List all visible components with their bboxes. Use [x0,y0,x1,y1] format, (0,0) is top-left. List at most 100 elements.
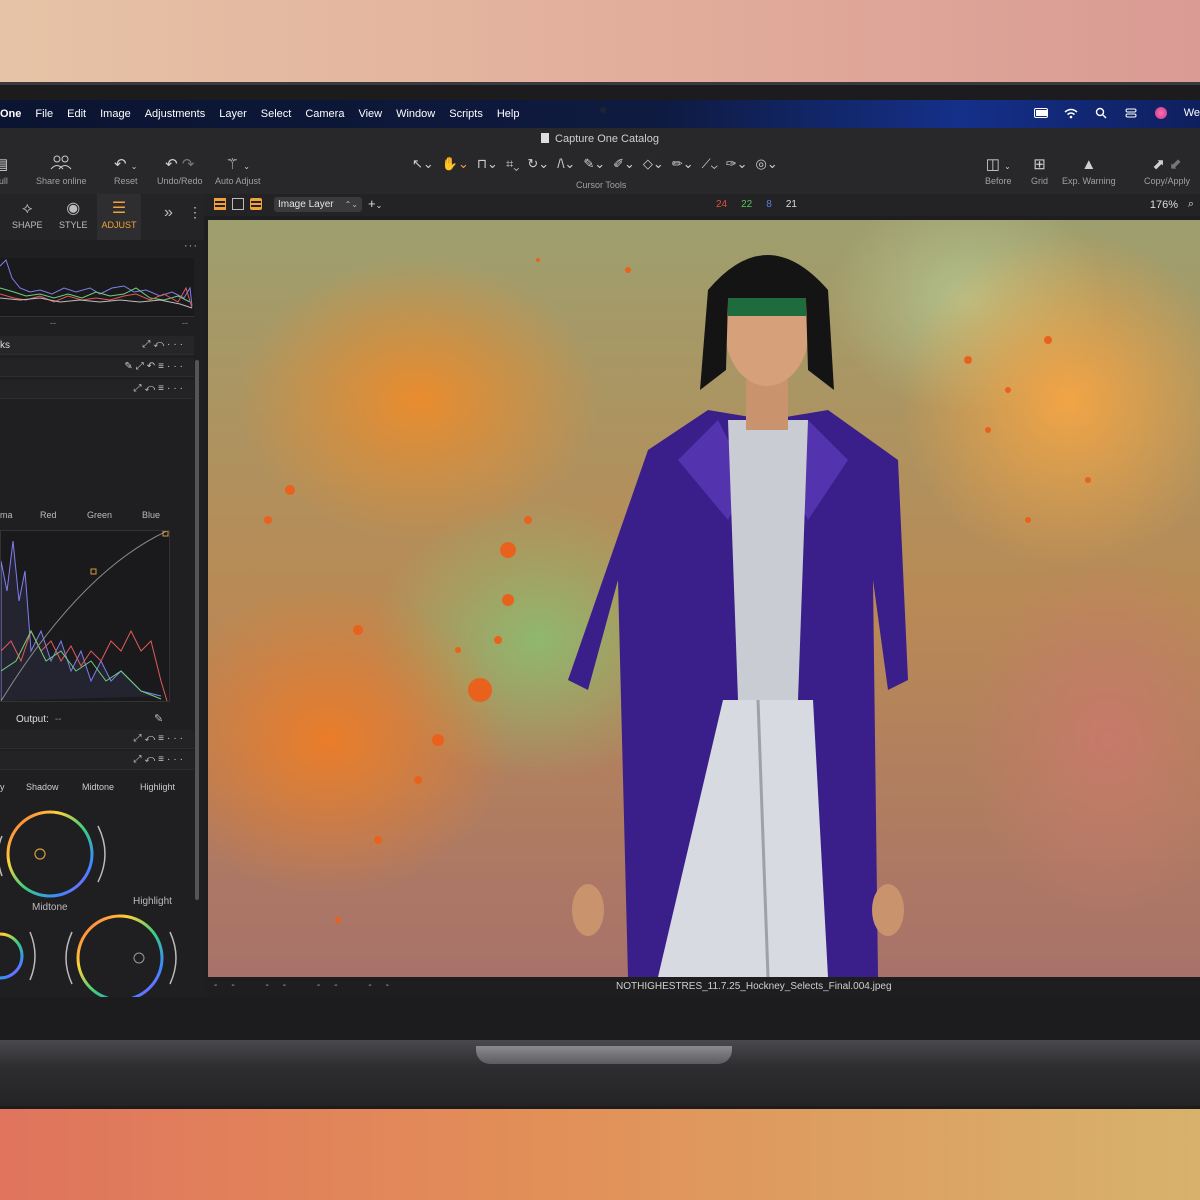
viewer-mode-icons [214,198,262,210]
heal-icon[interactable]: ✏⌄ [672,156,694,172]
tool-row-3-controls[interactable]: ⤢↶≡··· [133,733,186,744]
menu-help[interactable]: Help [497,108,520,120]
brush-icon[interactable]: ✎⌄ [583,156,605,172]
grid-icon: ⊞ [1033,156,1046,173]
eraser-icon[interactable]: ✐⌄ [613,156,635,172]
grid-button[interactable]: ⊞ Grid [1031,154,1048,186]
menu-image[interactable]: Image [100,108,131,120]
menu-items: One File Edit Image Adjustments Layer Se… [0,108,519,120]
wheel-tab-highlight[interactable]: Highlight [140,782,175,792]
before-button[interactable]: ◫ ⌄ Before [985,154,1012,186]
reset-button[interactable]: ↶ ⌄ Reset [114,154,138,186]
wheel-tab-3way[interactable]: y [0,782,5,792]
image-viewer[interactable] [208,220,1200,977]
tab-shape[interactable]: ⟡ SHAPE [12,198,43,230]
auto-adjust-button[interactable]: ⚚ ⌄ Auto Adjust [215,154,261,186]
annotate-icon[interactable]: ✑⌄ [726,156,748,172]
adjust-sliders-icon: ☰ [111,200,127,217]
spotlight-search-icon[interactable] [1094,106,1108,120]
menubar-user-text[interactable]: We [1184,107,1200,119]
zoom-level[interactable]: 176% [1150,199,1178,211]
menu-window[interactable]: Window [396,108,435,120]
menu-file[interactable]: File [35,108,53,120]
color-picker-icon[interactable]: ◎⌄ [756,156,778,172]
eye-view-icon[interactable] [250,198,262,210]
exp-warning-button[interactable]: ▲ Exp. Warning [1062,154,1116,186]
keystone-icon[interactable]: /\⌄ [557,156,575,172]
menu-layer[interactable]: Layer [219,108,247,120]
tab-style[interactable]: ◉ STYLE [59,198,88,230]
menu-edit[interactable]: Edit [67,108,86,120]
menu-view[interactable]: View [358,108,382,120]
loupe-icon[interactable]: ⊓⌄ [477,156,498,172]
grid-label: Grid [1031,176,1049,186]
gradient-icon[interactable]: ◇⌄ [643,156,664,172]
pan-hand-icon[interactable]: ✋⌄ [442,156,469,172]
before-after-icon: ◫ ⌄ [985,156,1011,173]
picker-icon[interactable]: ⟋⌄ [702,156,718,172]
crop-icon[interactable]: ⌗⌄ [506,156,519,172]
window-title-bar: Capture One Catalog [0,128,1200,150]
single-view-icon[interactable] [232,198,244,210]
control-center-icon[interactable] [1124,106,1138,120]
rotate-icon[interactable]: ↻⌄ [527,156,549,172]
reset-label: Reset [114,176,138,186]
tool-row-2[interactable]: ⤢↶≡··· [0,380,194,399]
select-cursor-icon[interactable]: ↖⌄ [412,156,434,172]
battery-icon[interactable] [1033,106,1048,120]
highlight-wheel-label: Highlight [133,896,172,907]
histogram-more-icon[interactable]: ··· [184,240,198,252]
midtone-wheel-label: Midtone [32,902,68,913]
zoom-icon[interactable]: ⌕ [1188,198,1194,211]
cull-button[interactable]: ▤ Cull [0,154,8,186]
count-total: 21 [785,199,797,210]
photo [264,255,1091,977]
curve-picker-icon[interactable]: ✎ [154,712,163,725]
curve-editor[interactable] [0,530,170,702]
multi-view-icon[interactable] [214,198,226,210]
menu-select[interactable]: Select [261,108,292,120]
menu-app[interactable]: One [0,108,21,120]
undo-redo-label: Undo/Redo [157,176,203,186]
tool-row-3[interactable]: ⤢↶≡··· [0,730,194,749]
wifi-icon[interactable] [1064,106,1078,120]
shape-icon: ⟡ [21,200,33,217]
tool-row-1-controls[interactable]: ✎⤢↶≡··· [124,361,186,372]
siri-icon[interactable] [1154,106,1168,120]
count-red: 24 [716,199,728,210]
tool-row-2-controls[interactable]: ⤢↶≡··· [133,383,186,394]
curve-tab-red[interactable]: Red [40,510,57,520]
auto-adjust-label: Auto Adjust [215,176,261,186]
undo-redo-button[interactable]: ↶ ↷ Undo/Redo [157,154,203,186]
add-layer-icon[interactable]: +⌄ [368,196,382,211]
viewer-header: Image Layer +⌄ 24 22 8 21 176% ⌕ [204,194,1200,216]
wheel-tab-midtone[interactable]: Midtone [82,782,114,792]
more-tabs-icon[interactable]: » [164,204,173,222]
copy-apply-button[interactable]: ⬈ ⬋ Copy/Apply [1144,154,1190,186]
tab-adjust[interactable]: ☰ ADJUST [97,194,141,244]
left-panel-scrollbar[interactable] [195,360,199,900]
tool-row-1[interactable]: ✎⤢↶≡··· [0,358,194,377]
menu-adjustments[interactable]: Adjustments [145,108,206,120]
curve-tab-green[interactable]: Green [87,510,112,520]
curve-tab-blue[interactable]: Blue [142,510,160,520]
levels-controls[interactable]: ⤢↶··· [142,339,186,350]
status-area: We [1033,106,1200,120]
menu-camera[interactable]: Camera [305,108,344,120]
selection-counts: 24 22 8 21 [716,199,797,210]
left-tool-panel: ··· -- -- ks ⤢↶··· ✎⤢↶≡··· ⤢↶≡··· ma Red… [0,240,204,997]
wheel-tab-shadow[interactable]: Shadow [26,782,59,792]
tabs-menu-icon[interactable]: ⋮ [188,204,202,221]
curve-tab-luma[interactable]: ma [0,510,13,520]
menu-bar: One File Edit Image Adjustments Layer Se… [0,100,1200,128]
levels-header-row[interactable]: ks ⤢↶··· [0,336,194,355]
count-green: 22 [741,199,753,210]
tool-row-4-controls[interactable]: ⤢↶≡··· [133,754,186,765]
tool-row-4[interactable]: ⤢↶≡··· [0,751,194,770]
histogram-tick-right: -- [182,318,188,328]
share-online-button[interactable]: Share online [36,154,87,186]
histogram-tick-left: -- [50,318,56,328]
layer-select[interactable]: Image Layer [274,197,362,212]
menu-scripts[interactable]: Scripts [449,108,483,120]
output-value: -- [54,714,62,725]
